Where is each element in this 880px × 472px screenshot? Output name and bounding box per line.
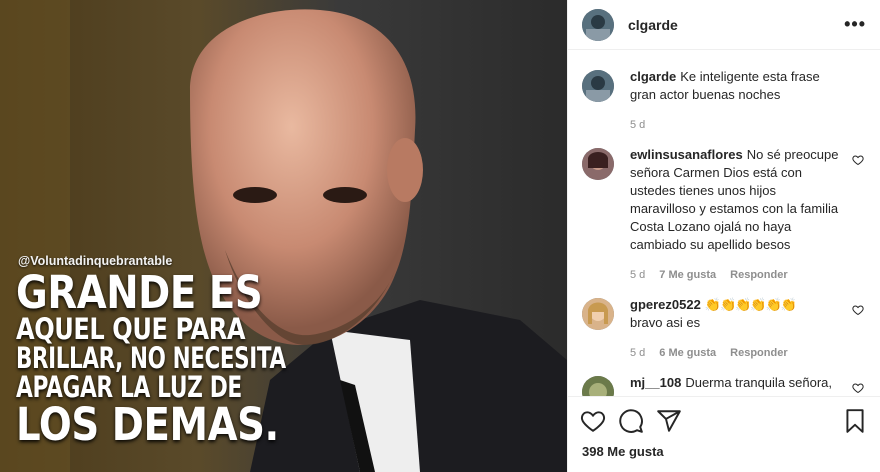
post-sidebar: clgarde ••• clgarde Ke inteligente esta f… bbox=[567, 0, 880, 472]
comment-time[interactable]: 5 d bbox=[630, 344, 645, 362]
avatar[interactable] bbox=[582, 298, 614, 330]
reply-button[interactable]: Responder bbox=[730, 266, 787, 284]
quote-line: BRILLAR, NO NECESITA bbox=[16, 341, 286, 375]
avatar[interactable] bbox=[582, 70, 614, 102]
comment-username[interactable]: gperez0522 bbox=[630, 297, 701, 312]
comment-likes[interactable]: 6 Me gusta bbox=[659, 344, 716, 362]
comment-text: Duerma tranquila señora, bbox=[685, 375, 833, 390]
comment-body: ewlinsusanaflores No sé preocupe señora C… bbox=[630, 146, 840, 284]
share-icon[interactable] bbox=[656, 408, 682, 434]
heart-icon[interactable] bbox=[852, 382, 864, 394]
reply-button[interactable]: Responder bbox=[730, 344, 787, 362]
comment: clgarde Ke inteligente esta frase gran ac… bbox=[582, 68, 880, 134]
post-header: clgarde ••• bbox=[568, 0, 880, 50]
heart-icon[interactable] bbox=[852, 304, 864, 316]
post-author[interactable]: clgarde bbox=[628, 17, 844, 33]
comment: mj__108 Duerma tranquila señora, bbox=[582, 374, 880, 396]
more-options-icon[interactable]: ••• bbox=[844, 14, 866, 35]
comment-username[interactable]: mj__108 bbox=[630, 375, 681, 390]
comment: ewlinsusanaflores No sé preocupe señora C… bbox=[582, 146, 880, 284]
comment-meta: 5 d bbox=[630, 116, 840, 134]
quote-line: AQUEL QUE PARA bbox=[16, 312, 246, 346]
comment-likes[interactable]: 7 Me gusta bbox=[659, 266, 716, 284]
instagram-post: @Voluntadinquebrantable GRANDE ES AQUEL … bbox=[0, 0, 880, 472]
comment-text: No sé preocupe señora Carmen Dios está c… bbox=[630, 147, 839, 252]
comments-list[interactable]: clgarde Ke inteligente esta frase gran ac… bbox=[568, 50, 880, 396]
avatar[interactable] bbox=[582, 148, 614, 180]
post-actions bbox=[568, 396, 880, 444]
comment-meta: 5 d 7 Me gusta Responder bbox=[630, 266, 840, 284]
bookmark-icon[interactable] bbox=[842, 408, 868, 434]
comment-username[interactable]: ewlinsusanaflores bbox=[630, 147, 743, 162]
clap-emoji: 👏👏👏👏👏👏 bbox=[704, 297, 797, 312]
comment-text: bravo asi es bbox=[630, 315, 701, 330]
image-quote: GRANDE ES AQUEL QUE PARA BRILLAR, NO NEC… bbox=[16, 266, 286, 451]
comment-meta: 5 d 6 Me gusta Responder bbox=[630, 344, 840, 362]
comment-time[interactable]: 5 d bbox=[630, 116, 645, 134]
likes-count[interactable]: 398 Me gusta bbox=[568, 444, 880, 472]
comment-username[interactable]: clgarde bbox=[630, 69, 676, 84]
comment: gperez0522 👏👏👏👏👏👏 bravo asi es 5 d 6 Me g… bbox=[582, 296, 880, 362]
heart-icon[interactable] bbox=[852, 154, 864, 166]
quote-line: GRANDE ES bbox=[16, 266, 263, 319]
avatar[interactable] bbox=[582, 376, 614, 396]
quote-line: LOS DEMAS. bbox=[16, 398, 279, 451]
comment-body: gperez0522 👏👏👏👏👏👏 bravo asi es 5 d 6 Me g… bbox=[630, 296, 840, 362]
avatar[interactable] bbox=[582, 8, 614, 41]
comment-icon[interactable] bbox=[618, 408, 644, 434]
comment-time[interactable]: 5 d bbox=[630, 266, 645, 284]
like-heart-icon[interactable] bbox=[580, 408, 606, 434]
comment-body: mj__108 Duerma tranquila señora, bbox=[630, 374, 840, 396]
post-image[interactable]: @Voluntadinquebrantable GRANDE ES AQUEL … bbox=[0, 0, 567, 472]
comment-body: clgarde Ke inteligente esta frase gran ac… bbox=[630, 68, 840, 134]
